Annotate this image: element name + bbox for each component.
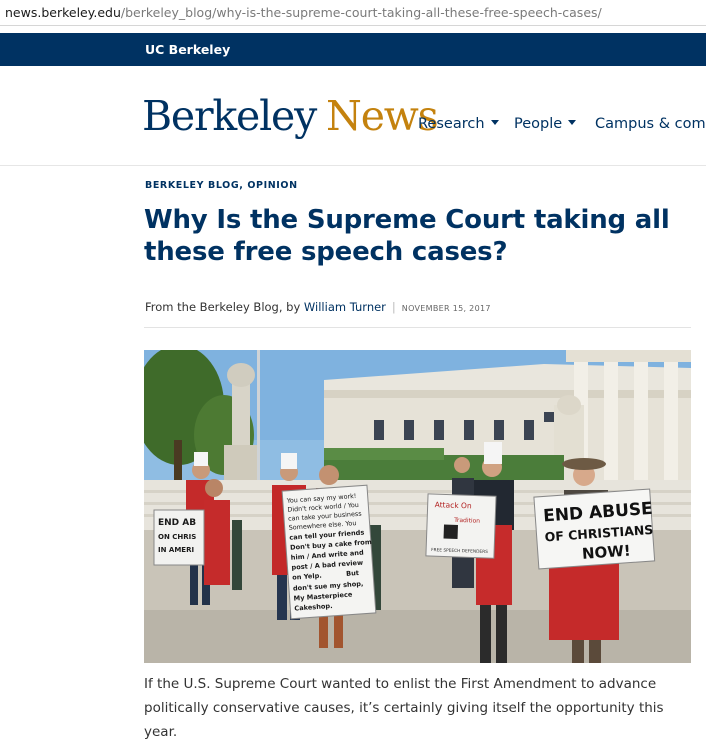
nav-item-label: People — [514, 116, 563, 132]
article-byline: From the Berkeley Blog, by William Turne… — [145, 300, 691, 314]
protest-photo-illustration: END AB ON CHRIS IN AMERI You can say my … — [144, 350, 691, 663]
nav-item-label: Research — [418, 116, 485, 132]
byline-divider — [144, 327, 691, 328]
sign-center-line: But — [346, 569, 359, 578]
sign-left-line: END AB — [158, 518, 196, 528]
article-category[interactable]: BERKELEY BLOG, OPINION — [145, 180, 298, 191]
article-photo: END AB ON CHRIS IN AMERI You can say my … — [144, 350, 691, 663]
sign-left-line: IN AMERI — [158, 546, 194, 554]
berkeley-news-logo[interactable]: Berkeley News — [142, 92, 439, 140]
uc-berkeley-bar: UC Berkeley — [0, 33, 706, 66]
publish-date: NOVEMBER 15, 2017 — [401, 304, 491, 313]
site-header: Berkeley News Research People Campus & co… — [0, 66, 706, 166]
byline-separator: | — [391, 300, 396, 314]
nav-item-campus-community[interactable]: Campus & comm — [595, 114, 706, 134]
byline-prefix: From the Berkeley Blog, by — [145, 300, 304, 314]
sign-left-line: ON CHRIS — [158, 533, 196, 541]
logo-word-berkeley: Berkeley — [142, 92, 317, 140]
sign-center: You can say my work! Didn't rock world /… — [281, 484, 377, 620]
sign-left: END AB ON CHRIS IN AMERI — [153, 509, 205, 566]
chevron-down-icon — [568, 120, 577, 125]
sign-right: END ABUSE OF CHRISTIANS NOW! — [533, 488, 656, 570]
sign-small-line: Tradition — [453, 517, 480, 525]
browser-url-bar[interactable]: news.berkeley.edu/berkeley_blog/why-is-t… — [0, 0, 706, 26]
author-link[interactable]: William Turner — [304, 300, 386, 314]
url-host: news.berkeley.edu — [5, 5, 121, 20]
article-title: Why Is the Supreme Court taking all thes… — [144, 205, 670, 267]
article-body-paragraph: If the U.S. Supreme Court wanted to enli… — [144, 676, 664, 740]
url-path: /berkeley_blog/why-is-the-supreme-court-… — [120, 5, 602, 20]
sign-right-line: NOW! — [581, 542, 631, 563]
sign-small: Attack On Tradition FREE SPEECH DEFENDER… — [425, 493, 497, 559]
nav-item-people[interactable]: People — [514, 114, 577, 134]
sign-small-line: Attack On — [435, 500, 473, 510]
chevron-down-icon — [490, 120, 499, 125]
nav-item-research[interactable]: Research — [418, 114, 499, 134]
nav-item-label: Campus & comm — [595, 116, 706, 132]
uc-berkeley-link[interactable]: UC Berkeley — [145, 33, 230, 66]
